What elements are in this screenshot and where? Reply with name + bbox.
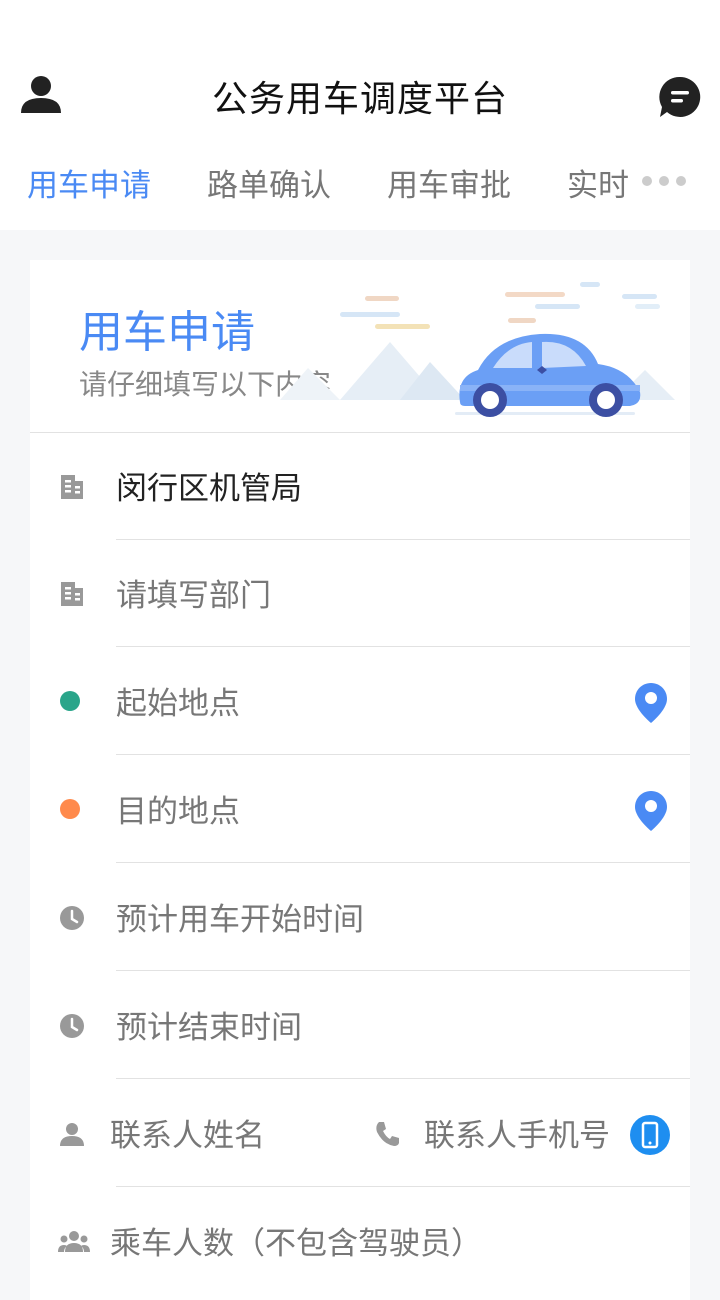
clock-icon bbox=[60, 906, 84, 930]
tab-realtime[interactable]: 实时 bbox=[567, 160, 629, 205]
contact-name-input[interactable]: 联系人姓名 bbox=[110, 1110, 265, 1155]
end-time-field[interactable]: 预计结束时间 bbox=[30, 972, 690, 1079]
divider bbox=[116, 862, 690, 863]
app-header: 公务用车调度平台 用车申请 路单确认 用车审批 实时 bbox=[0, 0, 720, 230]
start-time-input[interactable]: 预计用车开始时间 bbox=[116, 894, 364, 939]
organization-row[interactable]: 闵行区机管局 bbox=[30, 433, 690, 540]
page-title: 公务用车调度平台 bbox=[211, 79, 508, 120]
mobile-device-glyph bbox=[641, 1121, 659, 1149]
more-icon[interactable] bbox=[641, 175, 687, 187]
request-form-card: 用车申请 请仔细填写以下内容 闵行区机管局 请填写部门 起始地点 目的地点 预计… bbox=[30, 260, 690, 1300]
end-time-input[interactable]: 预计结束时间 bbox=[116, 1002, 302, 1047]
divider bbox=[116, 970, 690, 971]
group-icon bbox=[58, 1231, 90, 1252]
tab-car-request[interactable]: 用车申请 bbox=[27, 160, 151, 205]
start-location-input[interactable]: 起始地点 bbox=[116, 678, 240, 723]
passengers-field[interactable]: 乘车人数（不包含驾驶员） bbox=[30, 1188, 690, 1295]
passengers-input[interactable]: 乘车人数（不包含驾驶员） bbox=[110, 1218, 482, 1263]
divider bbox=[116, 1078, 690, 1079]
building-icon bbox=[61, 475, 83, 499]
phone-icon bbox=[376, 1122, 399, 1146]
destination-dot-icon bbox=[60, 799, 80, 819]
tab-car-approval[interactable]: 用车审批 bbox=[387, 160, 511, 205]
contact-row: 联系人姓名 联系人手机号 bbox=[30, 1080, 690, 1187]
divider bbox=[116, 1186, 690, 1187]
message-icon[interactable] bbox=[659, 76, 701, 118]
destination-field[interactable]: 目的地点 bbox=[30, 756, 690, 863]
start-location-field[interactable]: 起始地点 bbox=[30, 648, 690, 755]
start-dot-icon bbox=[60, 691, 80, 711]
form-hero: 用车申请 请仔细填写以下内容 bbox=[30, 260, 690, 433]
department-field[interactable]: 请填写部门 bbox=[30, 540, 690, 647]
person-icon bbox=[60, 1123, 84, 1146]
building-icon bbox=[61, 582, 83, 606]
clock-icon bbox=[60, 1014, 84, 1038]
tab-bar: 用车申请 路单确认 用车审批 实时 bbox=[0, 160, 720, 210]
location-pin-icon[interactable] bbox=[634, 790, 668, 832]
tab-route-confirm[interactable]: 路单确认 bbox=[207, 160, 331, 205]
contact-phone-input[interactable]: 联系人手机号 bbox=[424, 1110, 610, 1155]
start-time-field[interactable]: 预计用车开始时间 bbox=[30, 864, 690, 971]
hero-title: 用车申请 bbox=[79, 307, 255, 358]
divider bbox=[116, 646, 690, 647]
organization-value: 闵行区机管局 bbox=[116, 471, 302, 507]
department-input[interactable]: 请填写部门 bbox=[116, 570, 271, 615]
car-illustration bbox=[280, 282, 675, 417]
location-pin-icon[interactable] bbox=[634, 682, 668, 724]
divider bbox=[116, 754, 690, 755]
mobile-phone-icon[interactable] bbox=[630, 1115, 670, 1155]
destination-input[interactable]: 目的地点 bbox=[116, 786, 240, 831]
